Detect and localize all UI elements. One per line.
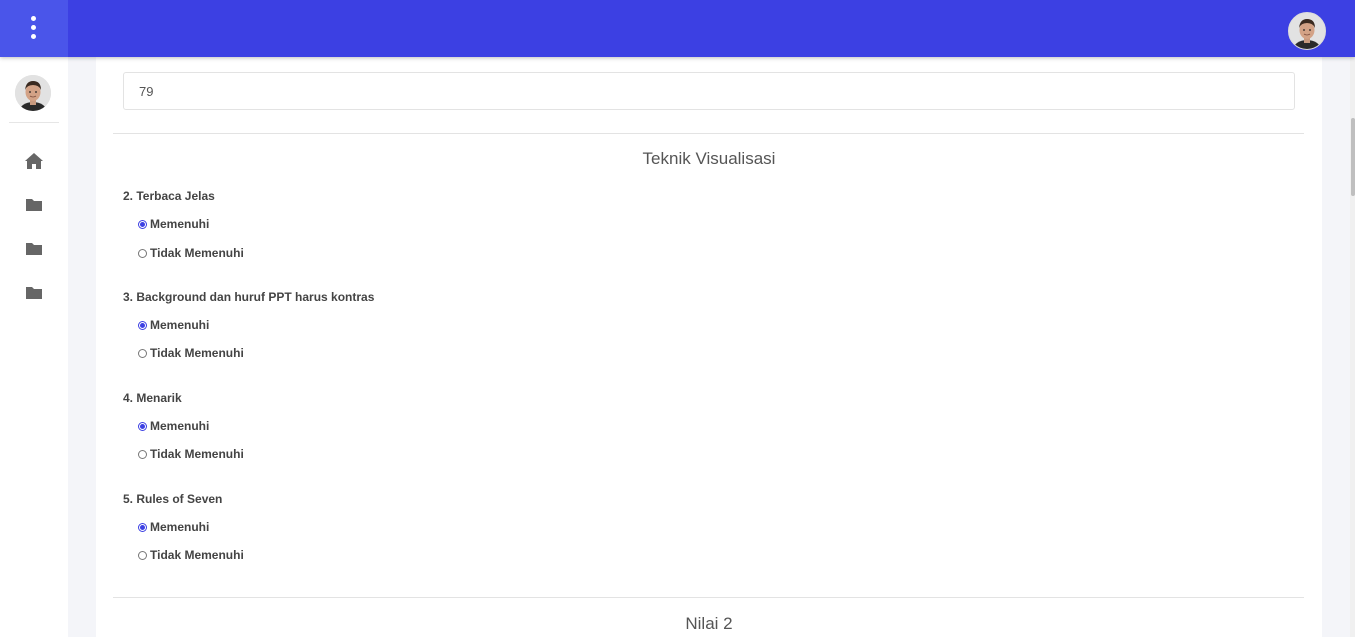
radio-button[interactable] — [138, 449, 147, 459]
radio-option-tidak-memenuhi[interactable]: Tidak Memenuhi — [138, 547, 244, 563]
radio-button[interactable] — [138, 348, 147, 358]
next-section-title: Nilai 2 — [685, 614, 733, 633]
question-label: 3. Background dan huruf PPT harus kontra… — [123, 290, 375, 304]
question-label: 2. Terbaca Jelas — [123, 189, 215, 203]
radio-option-tidak-memenuhi[interactable]: Tidak Memenuhi — [138, 345, 244, 361]
evaluation-form-card: Teknik Visualisasi 2. Terbaca Jelas Meme… — [96, 57, 1322, 637]
home-icon[interactable] — [24, 152, 44, 170]
section-divider — [113, 597, 1304, 598]
radio-button[interactable] — [138, 320, 147, 330]
folder-icon[interactable] — [24, 196, 44, 214]
radio-button[interactable] — [138, 248, 147, 258]
user-avatar[interactable] — [1288, 12, 1326, 50]
folder-icon[interactable] — [24, 284, 44, 302]
menu-toggle-area[interactable] — [0, 0, 68, 57]
radio-option-memenuhi[interactable]: Memenuhi — [138, 418, 209, 434]
section-title: Teknik Visualisasi — [642, 149, 776, 168]
radio-button[interactable] — [138, 219, 147, 229]
sidebar — [0, 57, 68, 637]
kebab-vertical-icon[interactable] — [28, 16, 40, 40]
radio-option-memenuhi[interactable]: Memenuhi — [138, 216, 209, 232]
score-input[interactable] — [123, 72, 1295, 110]
sidebar-divider — [9, 122, 59, 123]
radio-button[interactable] — [138, 522, 147, 532]
sidebar-user-avatar[interactable] — [15, 75, 51, 111]
radio-option-memenuhi[interactable]: Memenuhi — [138, 317, 209, 333]
top-navbar — [0, 0, 1355, 57]
radio-option-memenuhi[interactable]: Memenuhi — [138, 519, 209, 535]
radio-button[interactable] — [138, 421, 147, 431]
section-divider — [113, 133, 1304, 134]
question-label: 5. Rules of Seven — [123, 492, 223, 506]
folder-icon[interactable] — [24, 240, 44, 258]
question-label: 4. Menarik — [123, 391, 182, 405]
radio-button[interactable] — [138, 550, 147, 560]
radio-option-tidak-memenuhi[interactable]: Tidak Memenuhi — [138, 446, 244, 462]
radio-option-tidak-memenuhi[interactable]: Tidak Memenuhi — [138, 245, 244, 261]
scrollbar-thumb[interactable] — [1351, 118, 1355, 196]
